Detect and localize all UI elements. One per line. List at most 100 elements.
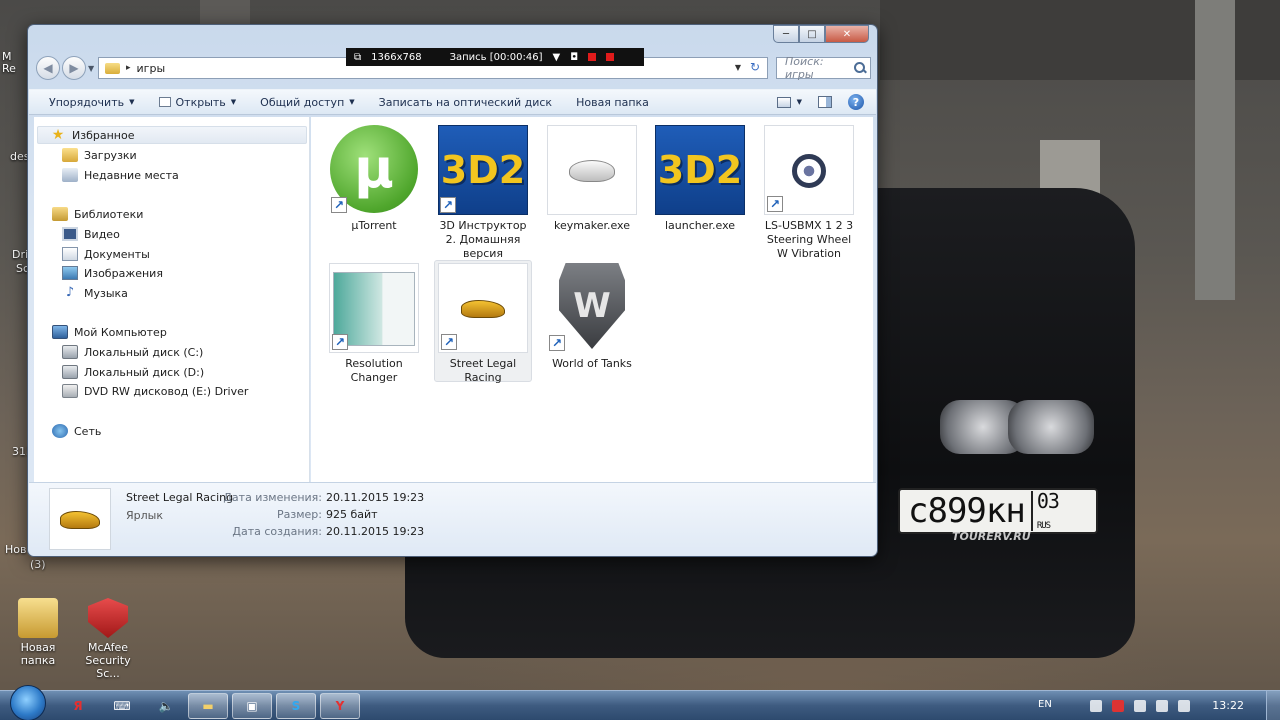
desktop-icon-new-folder[interactable]: Новая папка xyxy=(2,598,74,667)
taskbar-keyboard[interactable]: ⌨ xyxy=(102,693,142,719)
nav-label: Избранное xyxy=(72,128,135,142)
taskbar-yandex[interactable]: Я xyxy=(58,693,98,719)
nav-item-favorites[interactable]: ★ Избранное xyxy=(37,126,307,144)
3d-instructor-icon: 3D2 xyxy=(655,125,745,215)
search-icon[interactable] xyxy=(854,62,866,74)
tray-windows-icon[interactable] xyxy=(1090,700,1102,712)
share-button[interactable]: Общий доступ ▼ xyxy=(260,96,354,109)
forward-button[interactable]: ▶ xyxy=(62,56,86,80)
refresh-icon[interactable]: ↻ xyxy=(745,60,765,76)
nav-item-video[interactable]: Видео xyxy=(62,225,120,243)
car-icon xyxy=(60,511,100,529)
nav-item-computer[interactable]: Мой Компьютер xyxy=(52,323,167,341)
nav-label: Видео xyxy=(84,227,120,241)
file-name: 3D Инструктор 2. Домашняя версия xyxy=(439,219,527,260)
help-icon[interactable]: ? xyxy=(848,94,864,110)
preview-pane-icon[interactable] xyxy=(818,96,832,108)
yandex-browser-icon: Y xyxy=(335,699,345,713)
search-input[interactable]: Поиск: игры xyxy=(776,55,871,81)
file-item-street-legal-racing[interactable]: ↗ Street Legal Racing xyxy=(435,263,531,385)
breadcrumb-current[interactable]: игры xyxy=(137,62,166,75)
shortcut-arrow-icon: ↗ xyxy=(332,334,348,350)
file-name: launcher.exe xyxy=(664,219,736,232)
nav-item-images[interactable]: Изображения xyxy=(62,264,163,282)
taskbar-recorder[interactable]: ▣ xyxy=(232,693,272,719)
nav-item-dvd[interactable]: DVD RW дисковод (E:) Driver xyxy=(62,382,248,400)
back-button[interactable]: ◀ xyxy=(36,56,60,80)
taskbar: Я ⌨ 🔈 ▬ ▣ S Y EN 13:22 xyxy=(0,685,1280,720)
breadcrumb-separator[interactable]: ▸ xyxy=(126,63,131,73)
minimize-button[interactable]: ─ xyxy=(773,25,799,43)
new-folder-button[interactable]: Новая папка xyxy=(576,96,649,109)
desktop-edge-label[interactable]: (3) xyxy=(30,558,46,571)
burn-button[interactable]: Записать на оптический диск xyxy=(379,96,552,109)
nav-item-network[interactable]: Сеть xyxy=(52,422,101,440)
file-item-launcher[interactable]: 3D2 launcher.exe xyxy=(652,125,748,233)
organize-button[interactable]: Упорядочить ▼ xyxy=(49,96,135,109)
file-thumb: µ ↗ xyxy=(329,125,419,215)
file-name: keymaker.exe xyxy=(554,219,630,232)
wallpaper-pillar xyxy=(1195,0,1235,300)
explorer-icon: ▬ xyxy=(202,699,214,713)
wallpaper-watermark: TOURERV.RU xyxy=(952,530,1031,543)
nav-label: Локальный диск (D:) xyxy=(84,365,205,379)
desktop-edge-label[interactable]: Re xyxy=(2,62,16,75)
file-item-utorrent[interactable]: µ ↗ µTorrent xyxy=(326,125,422,233)
chevron-down-icon[interactable]: ▼ xyxy=(797,98,802,106)
desktop-edge-label[interactable]: Нов xyxy=(5,543,26,556)
nav-item-documents[interactable]: Документы xyxy=(62,245,150,263)
recorder-icon: ▣ xyxy=(246,699,258,713)
tray-antivirus-icon[interactable] xyxy=(1112,700,1124,712)
tray-network-icon[interactable] xyxy=(1134,700,1146,712)
file-item-keymaker[interactable]: keymaker.exe xyxy=(544,125,640,233)
star-icon: ★ xyxy=(51,127,65,143)
nav-item-disk-d[interactable]: Локальный диск (D:) xyxy=(62,363,204,381)
nav-item-music[interactable]: ♪ Музыка xyxy=(62,284,128,302)
close-button[interactable]: ✕ xyxy=(825,25,869,43)
recorder-status: Запись [00:00:46] xyxy=(449,51,543,63)
stop-icon[interactable] xyxy=(606,53,615,61)
mcafee-shield-icon xyxy=(88,598,128,638)
taskbar-speaker[interactable]: 🔈 xyxy=(146,693,186,719)
file-name: World of Tanks xyxy=(552,357,632,370)
folder-icon xyxy=(18,598,58,638)
file-item-world-of-tanks[interactable]: W ↗ World of Tanks xyxy=(544,263,640,371)
file-item-steering-wheel[interactable]: ↗ LS-USBMX 1 2 3 Steering Wheel W Vibrat… xyxy=(761,125,857,261)
file-name: Street Legal Racing xyxy=(449,357,517,384)
nav-label: Локальный диск (C:) xyxy=(84,345,204,359)
language-indicator[interactable]: EN xyxy=(1038,699,1052,710)
open-button[interactable]: Открыть ▼ xyxy=(158,96,236,109)
show-desktop-button[interactable] xyxy=(1266,691,1280,720)
tray-flag-icon[interactable] xyxy=(1178,700,1190,712)
nav-label: Документы xyxy=(84,247,150,261)
dvd-drive-icon xyxy=(62,384,78,398)
taskbar-clock[interactable]: 13:22 xyxy=(1212,699,1244,712)
desktop-icon-mcafee[interactable]: McAfee Security Sc... xyxy=(72,598,144,680)
skype-icon: S xyxy=(291,699,301,713)
car-icon xyxy=(461,300,505,318)
taskbar-explorer[interactable]: ▬ xyxy=(188,693,228,719)
nav-item-downloads[interactable]: Загрузки xyxy=(62,146,137,164)
explorer-window[interactable]: ─ □ ✕ ◀ ▶ ▼ ▸ игры ▼ ↻ Поиск: игры Упоря… xyxy=(27,24,878,557)
pause-icon[interactable] xyxy=(588,53,597,61)
taskbar-skype[interactable]: S xyxy=(276,693,316,719)
computer-icon xyxy=(52,325,68,339)
address-dropdown-icon[interactable]: ▼ xyxy=(735,63,741,72)
nav-item-disk-c[interactable]: Локальный диск (C:) xyxy=(62,343,203,361)
file-item-3d-instructor[interactable]: 3D2 ↗ 3D Инструктор 2. Домашняя версия xyxy=(435,125,531,261)
plate-country: RUS xyxy=(1036,521,1051,531)
camera-icon[interactable]: ◘ xyxy=(570,52,578,63)
file-item-resolution-changer[interactable]: ↗ Resolution Changer xyxy=(326,263,422,385)
tray-sound-icon[interactable] xyxy=(1156,700,1168,712)
details-modified-value: 20.11.2015 19:23 xyxy=(326,491,425,504)
nav-item-libraries[interactable]: Библиотеки xyxy=(52,205,143,223)
desktop-edge-label[interactable]: Dri xyxy=(12,248,28,261)
recent-pages-dropdown-icon[interactable]: ▼ xyxy=(88,64,94,73)
start-button[interactable] xyxy=(10,685,46,720)
recorder-dropdown-icon[interactable]: ▼ xyxy=(552,52,560,63)
maximize-button[interactable]: □ xyxy=(799,25,825,43)
nav-item-recent[interactable]: Недавние места xyxy=(62,166,179,184)
taskbar-yandex-browser[interactable]: Y xyxy=(320,693,360,719)
screen-recorder-bar[interactable]: ⧉ 1366x768 Запись [00:00:46] ▼ ◘ xyxy=(346,48,644,66)
change-view-icon[interactable] xyxy=(776,96,791,108)
